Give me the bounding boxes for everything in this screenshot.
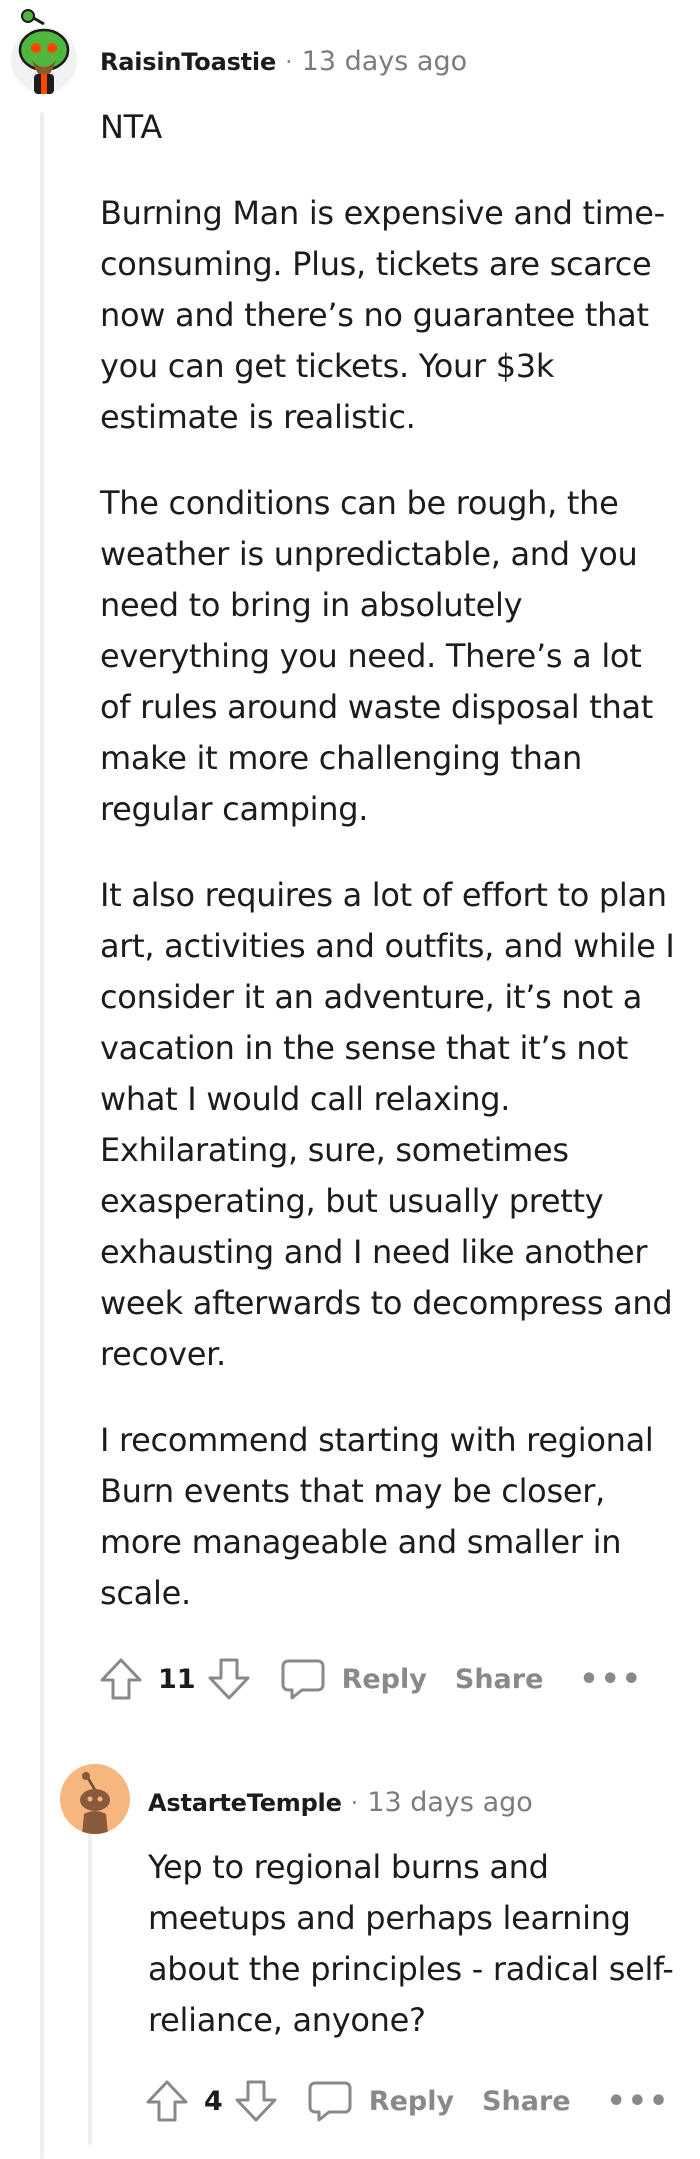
comment-paragraph: Yep to regional burns and meetups and pe…: [148, 1848, 674, 2039]
comment-paragraph: Burning Man is expensive and time-consum…: [100, 194, 665, 436]
comment-body: Yep to regional burns and meetups and pe…: [148, 1842, 678, 2046]
meta-separator: ·: [350, 1789, 359, 1817]
upvote-arrow-icon: [100, 1658, 142, 1700]
thread-line-comment-2[interactable]: [88, 1795, 92, 2145]
share-button[interactable]: Share: [455, 1664, 544, 1695]
more-options-button[interactable]: •••: [579, 1662, 643, 1697]
share-button[interactable]: Share: [482, 2086, 571, 2117]
upvote-button[interactable]: [144, 2078, 190, 2124]
upvote-arrow-icon: [146, 2080, 188, 2122]
avatar[interactable]: [10, 8, 78, 96]
meta-separator: ·: [285, 48, 293, 76]
avatar[interactable]: [60, 1764, 130, 1834]
reply-button[interactable]: Reply: [280, 1656, 427, 1702]
reply-label: Reply: [368, 2085, 455, 2117]
comment-meta: RaisinToastie · 13 days ago: [100, 46, 467, 77]
timestamp[interactable]: 13 days ago: [367, 1787, 532, 1818]
reply-label: Reply: [341, 1663, 427, 1695]
downvote-arrow-icon: [235, 2080, 277, 2122]
timestamp[interactable]: 13 days ago: [302, 46, 467, 77]
thread-line-comment-1[interactable]: [40, 112, 44, 2159]
comment-paragraph: I recommend starting with regional Burn …: [100, 1421, 654, 1612]
username[interactable]: AstarteTemple: [148, 1789, 342, 1817]
reply-button[interactable]: Reply: [307, 2078, 454, 2124]
comment-paragraph: It also requires a lot of effort to plan…: [100, 876, 675, 1373]
vote-count: 11: [158, 1663, 196, 1695]
vote-count: 4: [204, 2085, 223, 2117]
snoo-avatar-icon: [80, 1772, 110, 1834]
downvote-arrow-icon: [208, 1658, 250, 1700]
speech-bubble-icon: [281, 1659, 325, 1700]
comment-paragraph: The conditions can be rough, the weather…: [100, 484, 654, 828]
comment-actions: 11 Reply Share •••: [98, 1652, 643, 1706]
username[interactable]: RaisinToastie: [100, 48, 276, 76]
upvote-button[interactable]: [98, 1656, 144, 1702]
comment-body: NTA Burning Man is expensive and time-co…: [100, 102, 680, 1619]
speech-bubble-icon: [308, 2081, 352, 2122]
comment-paragraph: NTA: [100, 108, 162, 146]
more-options-button[interactable]: •••: [607, 2084, 671, 2119]
downvote-button[interactable]: [233, 2078, 279, 2124]
comment-actions: 4 Reply Share •••: [144, 2074, 670, 2128]
downvote-button[interactable]: [206, 1656, 252, 1702]
comment-meta: AstarteTemple · 13 days ago: [148, 1787, 533, 1818]
snoo-avatar-icon: [11, 9, 77, 94]
